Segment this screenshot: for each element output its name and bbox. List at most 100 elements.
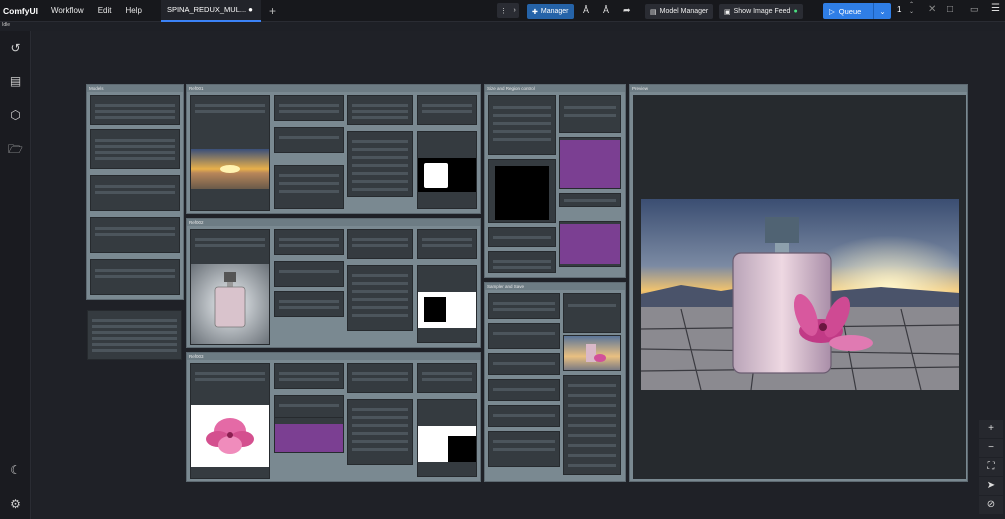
settings-gear-icon[interactable]: ⚙ bbox=[8, 497, 23, 512]
group-title: Ref001 bbox=[187, 85, 480, 92]
fit-view-icon[interactable]: ⛶ bbox=[979, 458, 1003, 476]
hamburger-icon[interactable]: ☰ bbox=[991, 3, 1000, 14]
feed-toggle-icon: ● bbox=[793, 8, 798, 15]
node[interactable] bbox=[347, 363, 413, 393]
share-icon[interactable]: ➦ bbox=[623, 5, 631, 16]
node[interactable] bbox=[347, 265, 413, 331]
node[interactable] bbox=[417, 229, 477, 259]
unsaved-dot: ● bbox=[248, 5, 253, 14]
node-mask-preview[interactable] bbox=[417, 265, 477, 343]
status-idle: Idle bbox=[2, 22, 11, 28]
group-size-region[interactable]: Size and Region control bbox=[484, 84, 626, 278]
node-lora-stack[interactable] bbox=[87, 310, 182, 360]
node[interactable] bbox=[488, 379, 560, 401]
chevron-down-icon[interactable]: ⌄ bbox=[879, 7, 885, 16]
node[interactable] bbox=[274, 165, 344, 209]
node[interactable] bbox=[488, 227, 556, 247]
image-icon: ▣ bbox=[724, 8, 731, 16]
group-ref001[interactable]: Ref001 bbox=[186, 84, 481, 214]
hide-links-icon[interactable]: ⊘ bbox=[979, 496, 1003, 514]
theme-moon-icon[interactable]: ☾ bbox=[8, 463, 23, 478]
node-load-image[interactable] bbox=[190, 363, 270, 479]
group-preview[interactable]: Preview bbox=[629, 84, 968, 482]
node[interactable] bbox=[347, 399, 413, 465]
node[interactable] bbox=[347, 131, 413, 197]
node[interactable] bbox=[488, 251, 556, 273]
select-mode-icon[interactable]: ➤ bbox=[979, 477, 1003, 495]
model-manager-button[interactable]: ▤ Model Manager bbox=[645, 4, 714, 19]
workflow-tab[interactable]: SPINA_REDUX_MUL... ● bbox=[160, 0, 261, 22]
node[interactable] bbox=[274, 291, 344, 317]
node[interactable] bbox=[347, 229, 413, 259]
manager-button[interactable]: ✚ Manager bbox=[527, 4, 574, 19]
app-logo: ComfyUI bbox=[3, 5, 38, 16]
node[interactable] bbox=[90, 129, 180, 169]
node[interactable] bbox=[274, 261, 344, 287]
node[interactable] bbox=[488, 293, 560, 319]
node[interactable] bbox=[488, 353, 560, 375]
node-purple-preview[interactable] bbox=[559, 221, 621, 267]
node[interactable] bbox=[274, 95, 344, 121]
node[interactable] bbox=[559, 193, 621, 207]
queue-stepper[interactable]: ⌃ ⌄ bbox=[909, 2, 914, 16]
puzzle-icon: ✚ bbox=[532, 8, 538, 16]
translate-alt-icon[interactable]: Å bbox=[603, 5, 609, 15]
node-preview-image[interactable] bbox=[633, 95, 966, 479]
node-mask-preview[interactable] bbox=[417, 131, 477, 209]
node[interactable] bbox=[274, 229, 344, 255]
group-sampler-save[interactable]: Sampler and Save bbox=[484, 282, 626, 482]
node[interactable] bbox=[90, 95, 180, 125]
perfume-desert-preview bbox=[641, 199, 959, 390]
cube-icon[interactable]: ⬡ bbox=[8, 108, 23, 123]
node-purple-preview[interactable] bbox=[559, 137, 621, 189]
node[interactable] bbox=[347, 95, 413, 125]
node[interactable] bbox=[417, 95, 477, 125]
node-region-preview[interactable] bbox=[488, 159, 556, 223]
queue-count[interactable]: 1 bbox=[897, 5, 901, 14]
node[interactable] bbox=[488, 405, 560, 427]
manager-label: Manager bbox=[540, 8, 569, 15]
queue-list-icon[interactable]: ▤ bbox=[8, 74, 23, 89]
group-ref003[interactable]: Ref003 bbox=[186, 352, 481, 482]
group-models[interactable]: Models bbox=[86, 84, 184, 300]
stop-icon[interactable]: □ bbox=[947, 4, 953, 15]
node[interactable] bbox=[488, 95, 556, 155]
node[interactable] bbox=[417, 363, 477, 393]
node[interactable] bbox=[90, 217, 180, 253]
menu-help[interactable]: Help bbox=[119, 6, 149, 15]
menu-workflow[interactable]: Workflow bbox=[44, 6, 91, 15]
zoom-in-icon[interactable]: + bbox=[979, 420, 1003, 438]
more-actions-button[interactable]: ⋮ › bbox=[497, 3, 519, 18]
folder-open-icon[interactable]: 🗁 bbox=[8, 142, 23, 157]
node[interactable] bbox=[274, 127, 344, 153]
kebab-icon: ⋮ bbox=[500, 7, 508, 15]
node[interactable] bbox=[563, 293, 621, 333]
node[interactable] bbox=[559, 95, 621, 133]
history-icon[interactable]: ↺ bbox=[8, 41, 23, 56]
sunset-desert-image bbox=[191, 149, 269, 189]
node[interactable] bbox=[274, 363, 344, 389]
group-title: Sampler and Save bbox=[485, 283, 625, 290]
menu-edit[interactable]: Edit bbox=[91, 6, 119, 15]
node[interactable] bbox=[488, 431, 560, 467]
image-feed-label: Show Image Feed bbox=[733, 8, 791, 15]
translate-icon[interactable]: Å bbox=[583, 5, 589, 15]
node-purple-preview[interactable] bbox=[274, 417, 344, 453]
new-tab-icon[interactable]: + bbox=[269, 4, 276, 18]
zoom-out-icon[interactable]: − bbox=[979, 439, 1003, 457]
group-ref002[interactable]: Ref002 bbox=[186, 218, 481, 348]
cancel-icon[interactable]: ✕ bbox=[928, 4, 936, 15]
node-mask-preview[interactable] bbox=[417, 399, 477, 477]
node-sampler-preview[interactable] bbox=[563, 335, 621, 371]
queue-button[interactable]: ▷ Queue ⌄ bbox=[823, 3, 891, 19]
node[interactable] bbox=[563, 375, 621, 475]
node-load-image[interactable] bbox=[190, 229, 270, 345]
chevron-right-icon: › bbox=[513, 7, 516, 14]
node-load-image[interactable] bbox=[190, 95, 270, 211]
node[interactable] bbox=[90, 259, 180, 295]
node[interactable] bbox=[488, 323, 560, 349]
show-image-feed-button[interactable]: ▣ Show Image Feed ● bbox=[719, 4, 803, 19]
panel-toggle-icon[interactable]: ▭ bbox=[970, 4, 979, 15]
play-icon: ▷ bbox=[829, 6, 835, 16]
node[interactable] bbox=[90, 175, 180, 211]
